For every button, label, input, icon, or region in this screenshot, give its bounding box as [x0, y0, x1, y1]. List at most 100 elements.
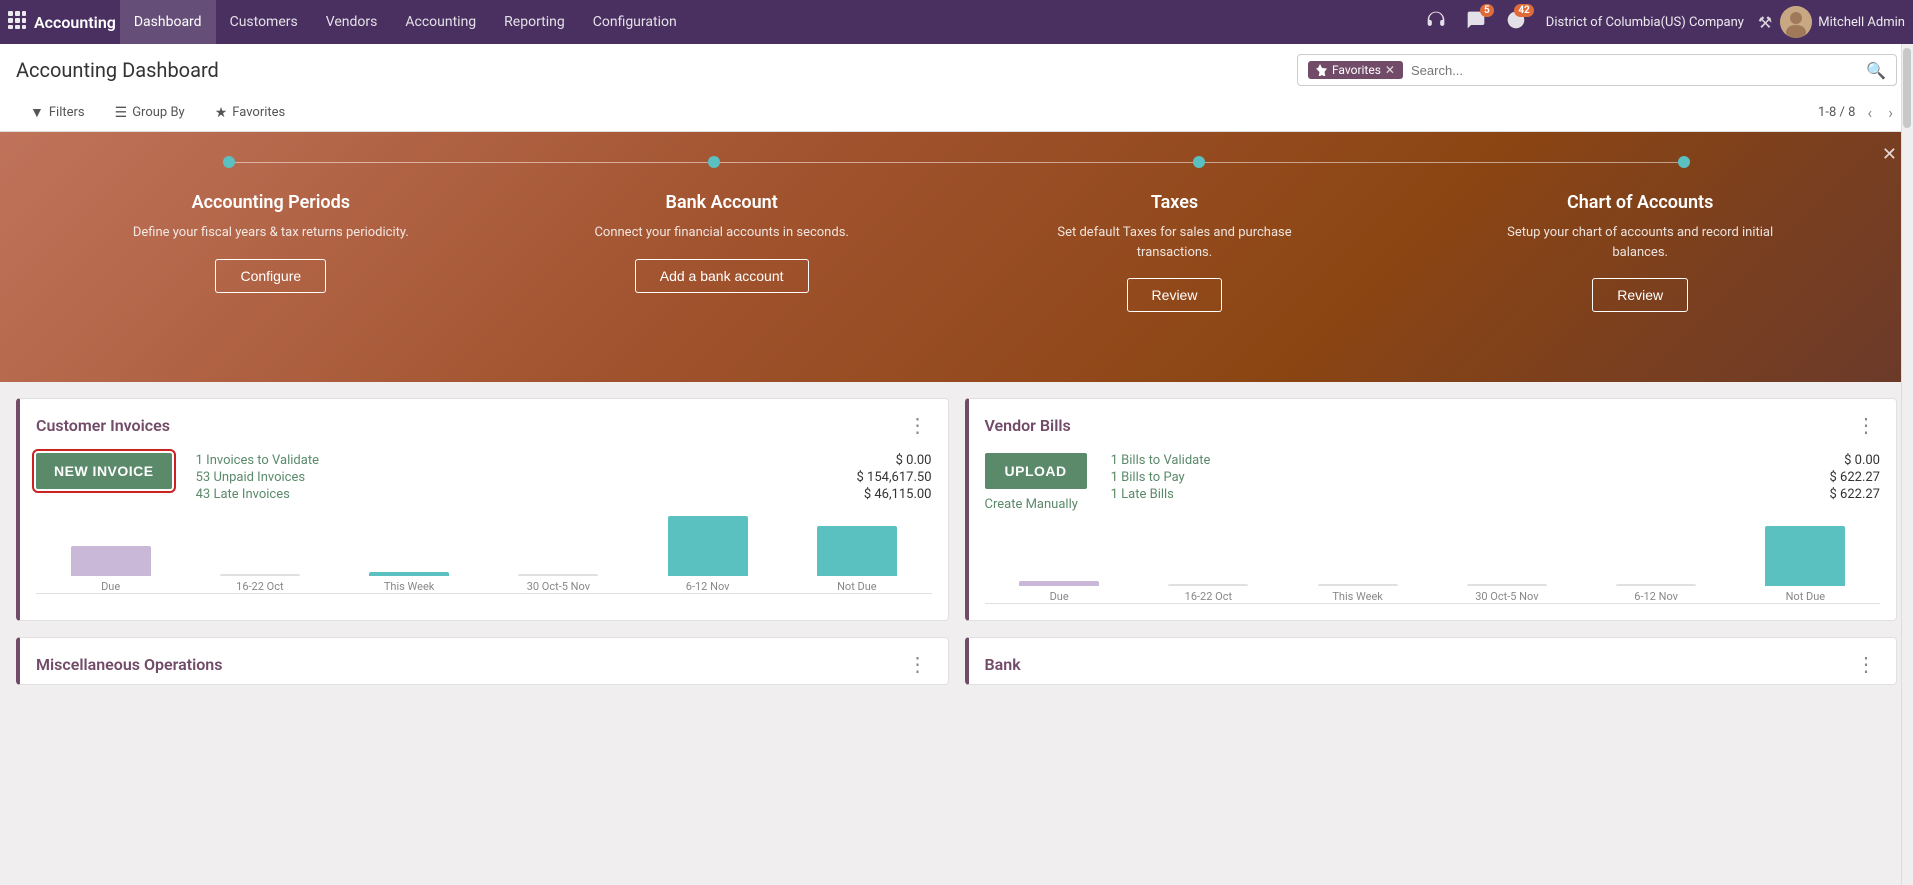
create-manually-link[interactable]: Create Manually [985, 497, 1087, 512]
wrench-icon[interactable]: ⚒ [1758, 13, 1772, 32]
vendor-bills-stats: 1 Bills to Validate $ 0.00 1 Bills to Pa… [1111, 453, 1880, 502]
banner-col-title-2: Taxes [1035, 192, 1315, 213]
headset-icon-btn[interactable] [1420, 6, 1452, 39]
filters-button[interactable]: ▼ Filters [16, 100, 99, 125]
vendor-bills-body: UPLOAD Create Manually 1 Bills to Valida… [969, 445, 1897, 620]
customer-invoice-stats: 1 Invoices to Validate $ 0.00 53 Unpaid … [196, 453, 932, 502]
page-title: Accounting Dashboard [16, 58, 219, 82]
chart-bar[interactable] [1019, 581, 1099, 586]
bank-card-header: Bank ⋮ [969, 638, 1897, 684]
chart-bar[interactable] [1467, 584, 1547, 586]
pagination-next[interactable]: › [1884, 101, 1897, 124]
chart-bar-wrap [985, 581, 1134, 586]
sub-header: Accounting Dashboard Favorites ✕ 🔍 ▼ Fil… [0, 44, 1913, 132]
banner-col-title-0: Accounting Periods [133, 192, 409, 213]
user-menu[interactable]: Mitchell Admin [1780, 6, 1905, 38]
chart-bar[interactable] [71, 546, 151, 576]
banner-col-desc-3: Setup your chart of accounts and record … [1500, 223, 1780, 262]
chart-label: This Week [1332, 590, 1383, 603]
vb-stat-row-2: 1 Late Bills $ 622.27 [1111, 487, 1880, 502]
vendor-bills-header: Vendor Bills ⋮ [969, 399, 1897, 445]
nav-configuration[interactable]: Configuration [579, 0, 691, 44]
stat-link-0[interactable]: 1 Invoices to Validate [196, 453, 319, 468]
chart-bar-wrap [185, 574, 334, 576]
stat-link-2[interactable]: 43 Late Invoices [196, 487, 290, 502]
chat-icon-btn[interactable]: 5 [1460, 6, 1492, 39]
chart-bar-wrap [1134, 584, 1283, 586]
banner-col-title-1: Bank Account [594, 192, 848, 213]
chart-bar[interactable] [668, 516, 748, 576]
banner-col-desc-1: Connect your financial accounts in secon… [594, 223, 848, 243]
stat-link-1[interactable]: 53 Unpaid Invoices [196, 470, 305, 485]
grid-menu-icon[interactable] [8, 11, 26, 33]
filter-buttons: ▼ Filters ☰ Group By ★ Favorites [16, 100, 299, 125]
chart-bar[interactable] [518, 574, 598, 576]
nav-vendors[interactable]: Vendors [312, 0, 392, 44]
chart-bar[interactable] [1616, 584, 1696, 586]
new-invoice-button[interactable]: NEW INVOICE [36, 453, 172, 489]
banner-col-desc-2: Set default Taxes for sales and purchase… [1035, 223, 1315, 262]
chart-bar[interactable] [1318, 584, 1398, 586]
stat-row-0: 1 Invoices to Validate $ 0.00 [196, 453, 932, 468]
favorites-btn-label: Favorites [232, 105, 285, 120]
customer-invoices-menu[interactable]: ⋮ [904, 413, 932, 437]
scroll-thumb[interactable] [1903, 48, 1911, 128]
nav-customers[interactable]: Customers [216, 0, 312, 44]
chart-bar[interactable] [369, 572, 449, 576]
vb-stat-link-1[interactable]: 1 Bills to Pay [1111, 470, 1185, 485]
chart-column: This Week [335, 572, 484, 593]
chart-bar[interactable] [1765, 526, 1845, 586]
new-invoice-btn-wrap: NEW INVOICE [36, 453, 172, 489]
group-by-button[interactable]: ☰ Group By [101, 101, 199, 125]
nav-reporting[interactable]: Reporting [490, 0, 579, 44]
bank-card-menu[interactable]: ⋮ [1852, 652, 1880, 676]
add-bank-account-button[interactable]: Add a bank account [635, 259, 809, 293]
nav-accounting[interactable]: Accounting [391, 0, 490, 44]
misc-operations-menu[interactable]: ⋮ [904, 652, 932, 676]
chart-label: 6-12 Nov [1634, 590, 1678, 603]
chart-bar[interactable] [817, 526, 897, 576]
pagination-range: 1-8 / 8 [1818, 105, 1855, 120]
favorites-button[interactable]: ★ Favorites [201, 101, 300, 125]
search-icon[interactable]: 🔍 [1866, 61, 1886, 80]
dot-1 [223, 156, 235, 168]
pagination-prev[interactable]: ‹ [1863, 101, 1876, 124]
filters-label: Filters [49, 105, 85, 120]
bank-card: Bank ⋮ [965, 637, 1898, 685]
vb-stat-row-1: 1 Bills to Pay $ 622.27 [1111, 470, 1880, 485]
top-navigation: Accounting Dashboard Customers Vendors A… [0, 0, 1913, 44]
clock-icon-btn[interactable]: 42 [1500, 6, 1532, 39]
chart-column: 30 Oct-5 Nov [1432, 584, 1581, 603]
main-content: Customer Invoices ⋮ NEW INVOICE 1 Invoic… [0, 382, 1913, 701]
dot-2 [708, 156, 720, 168]
banner-progress-dots [223, 156, 1689, 168]
group-by-label: Group By [132, 105, 185, 120]
banner-col-title-3: Chart of Accounts [1500, 192, 1780, 213]
banner-col-chart-accounts: Chart of Accounts Setup your chart of ac… [1500, 192, 1780, 312]
upload-button[interactable]: UPLOAD [985, 453, 1087, 489]
vb-stat-link-2[interactable]: 1 Late Bills [1111, 487, 1174, 502]
upload-btn-wrap: UPLOAD Create Manually [985, 453, 1087, 512]
dot-line-2 [720, 162, 1193, 163]
nav-dashboard[interactable]: Dashboard [120, 0, 216, 44]
chart-label: Not Due [1786, 590, 1826, 603]
favorites-tag-close[interactable]: ✕ [1385, 63, 1395, 77]
chart-bar[interactable] [220, 574, 300, 576]
stat-row-1: 53 Unpaid Invoices $ 154,617.50 [196, 470, 932, 485]
chart-label: 30 Oct-5 Nov [1475, 590, 1538, 603]
scrollbar[interactable] [1901, 44, 1913, 885]
misc-operations-header: Miscellaneous Operations ⋮ [20, 638, 948, 684]
nav-right-section: 5 42 District of Columbia(US) Company ⚒ … [1420, 6, 1905, 39]
search-input[interactable] [1411, 63, 1866, 78]
chart-accounts-review-button[interactable]: Review [1592, 278, 1688, 312]
user-name: Mitchell Admin [1818, 15, 1905, 30]
chart-bar[interactable] [1168, 584, 1248, 586]
customer-invoices-card: Customer Invoices ⋮ NEW INVOICE 1 Invoic… [16, 398, 949, 621]
configure-button[interactable]: Configure [215, 259, 326, 293]
banner-close-icon[interactable]: ✕ [1882, 144, 1897, 165]
vb-stat-link-0[interactable]: 1 Bills to Validate [1111, 453, 1211, 468]
stat-row-2: 43 Late Invoices $ 46,115.00 [196, 487, 932, 502]
vendor-bills-actions: UPLOAD Create Manually 1 Bills to Valida… [985, 453, 1881, 512]
taxes-review-button[interactable]: Review [1127, 278, 1223, 312]
vendor-bills-menu[interactable]: ⋮ [1852, 413, 1880, 437]
